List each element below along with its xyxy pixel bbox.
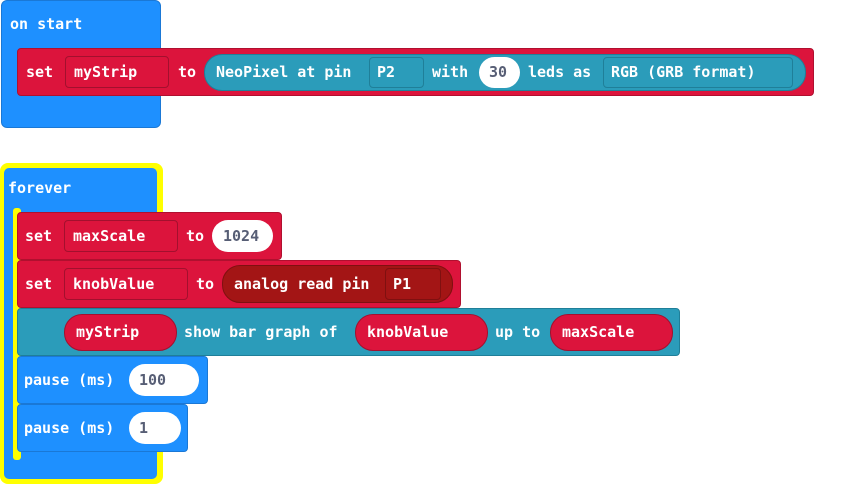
- show-bar-graph-label: show bar graph of: [184, 323, 338, 341]
- set-label: set: [26, 63, 54, 81]
- variable-name: myStrip: [76, 323, 140, 341]
- maxscale-value-input[interactable]: 1024: [212, 220, 273, 252]
- variable-name: maxScale: [562, 323, 635, 341]
- with-label: with: [432, 63, 469, 81]
- leds-count-input[interactable]: 30: [479, 57, 520, 88]
- pin-value: P2: [377, 63, 396, 81]
- pause-ms-input[interactable]: 100: [129, 364, 199, 396]
- pause-label: pause (ms): [24, 371, 115, 389]
- pause-ms-input[interactable]: 1: [129, 412, 181, 444]
- to-label: to: [178, 63, 197, 81]
- to-label: to: [196, 275, 215, 293]
- set-label: set: [25, 275, 53, 293]
- variable-name: knobValue: [367, 323, 449, 341]
- leds-as-label: leds as: [528, 63, 592, 81]
- forever-label: forever: [8, 179, 72, 197]
- variable-name: knobValue: [73, 275, 155, 293]
- pause-label: pause (ms): [24, 419, 115, 437]
- on-start-label: on start: [10, 15, 83, 33]
- variable-name: maxScale: [73, 227, 146, 245]
- format-value: RGB (GRB format): [611, 63, 756, 81]
- to-label: to: [186, 227, 205, 245]
- variable-name: myStrip: [74, 63, 138, 81]
- analog-pin-value: P1: [393, 275, 412, 293]
- analog-read-label: analog read pin: [234, 275, 370, 293]
- set-label: set: [25, 227, 53, 245]
- neopixel-label: NeoPixel at pin: [216, 63, 352, 81]
- up-to-label: up to: [495, 323, 541, 341]
